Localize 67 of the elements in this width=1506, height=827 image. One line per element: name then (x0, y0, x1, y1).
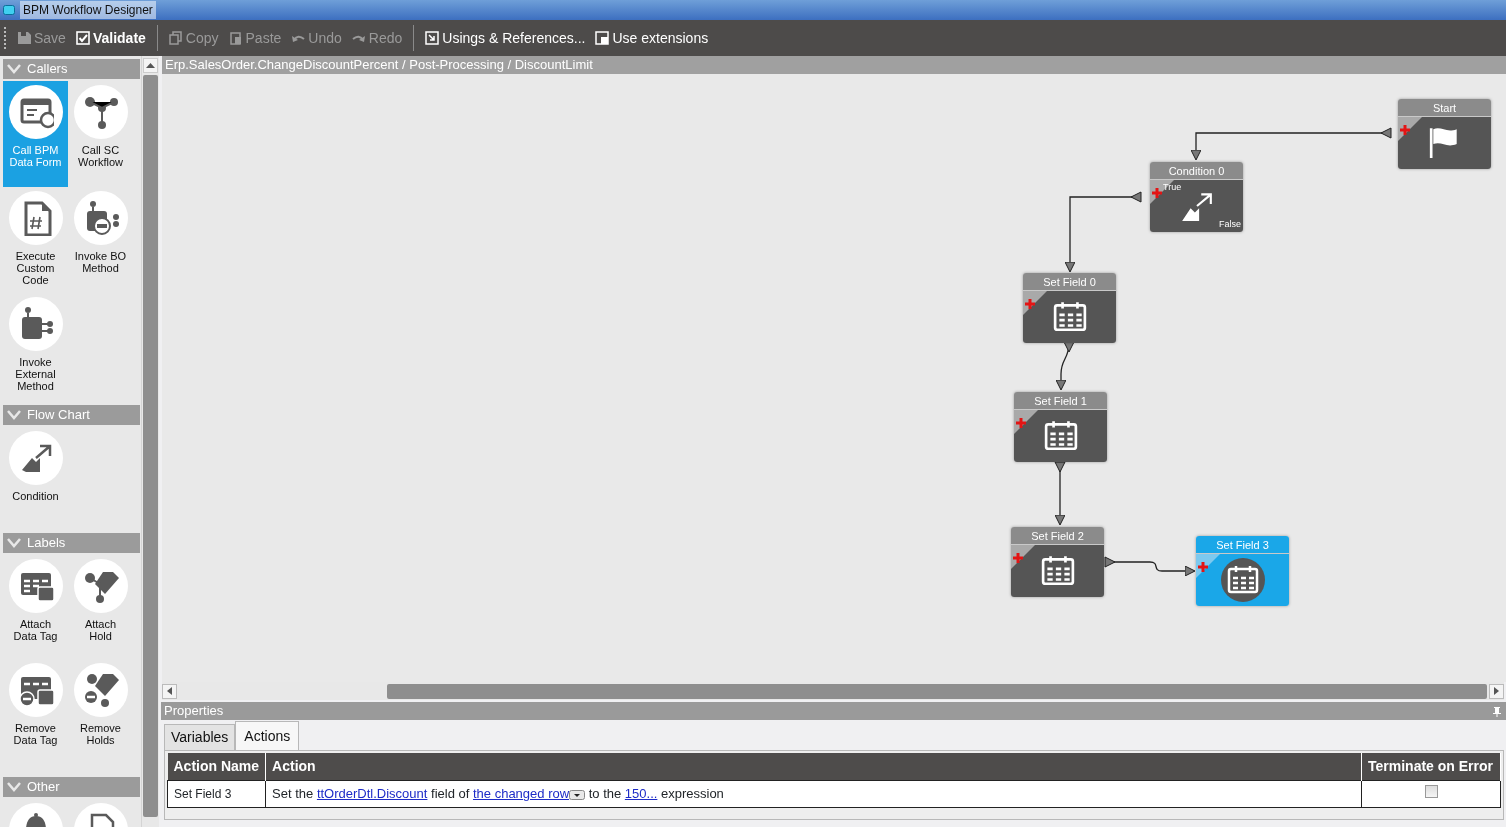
node-title: Set Field 3 (1196, 536, 1289, 554)
scroll-up-arrow-icon[interactable] (146, 63, 155, 68)
action-link[interactable]: the changed row (472, 786, 570, 801)
panel-title: Properties (164, 702, 224, 721)
node-title: Start (1398, 99, 1491, 117)
palette-item[interactable]: Remove Holds (68, 659, 133, 763)
tag-remove-icon (82, 672, 119, 708)
palette-item[interactable]: Execute Custom Code (3, 187, 68, 293)
copy-icon (168, 31, 183, 45)
window-title: BPM Workflow Designer (20, 1, 156, 19)
column-header: Action (265, 753, 1362, 781)
palette-item[interactable]: Call SC Workflow (68, 81, 133, 187)
section-title: Flow Chart (27, 406, 90, 425)
chevron-down-icon (7, 64, 21, 74)
action-link[interactable]: ttOrderDtl.Discount (316, 786, 428, 801)
pin-icon[interactable] (1493, 706, 1501, 717)
palette-item[interactable]: Remove Data Tag (3, 659, 68, 763)
toolbar-button[interactable]: Use extensions (591, 25, 713, 51)
node-title: Set Field 2 (1011, 527, 1104, 545)
connector-arrow (1054, 461, 1066, 526)
section-title: Callers (27, 60, 68, 79)
toolbar-button[interactable]: Usings & References... (421, 25, 590, 51)
calendar-icon (1052, 300, 1087, 334)
action-sentence: Set the ttOrderDtl.Discount field of the changed row to the 150... expression (272, 786, 724, 801)
palette-item[interactable]: Invoke External Method (3, 293, 68, 399)
plus-icon[interactable] (1198, 561, 1208, 572)
column-header: Terminate on Error (1361, 753, 1501, 781)
checkbox-icon (75, 31, 90, 45)
dropdown-icon[interactable] (569, 790, 586, 801)
panel-tab[interactable]: Actions (235, 721, 300, 750)
calendar-icon (1043, 419, 1078, 453)
breadcrumb-path: Erp.SalesOrder.ChangeDiscountPercent / Post-Processing / DiscountLimit (162, 56, 1506, 74)
toolbar-button[interactable]: Validate (71, 25, 150, 51)
calendar-icon (1040, 554, 1075, 588)
branch-label: False (1219, 217, 1241, 231)
network-icon (82, 94, 119, 130)
clipboard-icon (228, 31, 243, 45)
node-title: Set Field 0 (1023, 273, 1116, 291)
connector-arrow (1055, 341, 1075, 391)
palette-item[interactable]: Invoke BO Method (68, 187, 133, 293)
chevron-down-icon (7, 782, 21, 792)
app-icon (3, 5, 15, 15)
action-link[interactable]: 150... (624, 786, 658, 801)
plus-icon[interactable] (1016, 417, 1026, 428)
palette-item[interactable]: Attach Hold (68, 555, 133, 659)
calendar-icon (1220, 558, 1265, 602)
plus-icon[interactable] (1025, 298, 1035, 309)
column-header: Action Name (167, 753, 266, 781)
scroll-left-arrow-icon[interactable] (167, 687, 172, 695)
node-title: Set Field 1 (1014, 392, 1107, 410)
plus-icon[interactable] (1152, 187, 1162, 198)
plus-icon[interactable] (1400, 124, 1410, 135)
section-title: Labels (27, 534, 66, 553)
canvas-scrollbar[interactable] (162, 682, 1504, 700)
palette-item[interactable]: Attach Data Tag (3, 555, 68, 659)
palette-scrollbar[interactable] (141, 56, 159, 827)
table-cell: Set Field 3 (167, 780, 266, 808)
panel-tab[interactable]: Variables (164, 724, 236, 750)
chevron-down-icon (7, 410, 21, 420)
chevron-down-icon (7, 538, 21, 548)
scroll-right-arrow-icon[interactable] (1494, 687, 1499, 695)
plus-icon[interactable] (1013, 552, 1023, 563)
node-title: Condition 0 (1150, 162, 1243, 180)
window-icon (595, 31, 610, 45)
section-title: Other (27, 778, 60, 797)
reference-icon (425, 31, 440, 45)
checkbox[interactable] (1424, 785, 1438, 799)
